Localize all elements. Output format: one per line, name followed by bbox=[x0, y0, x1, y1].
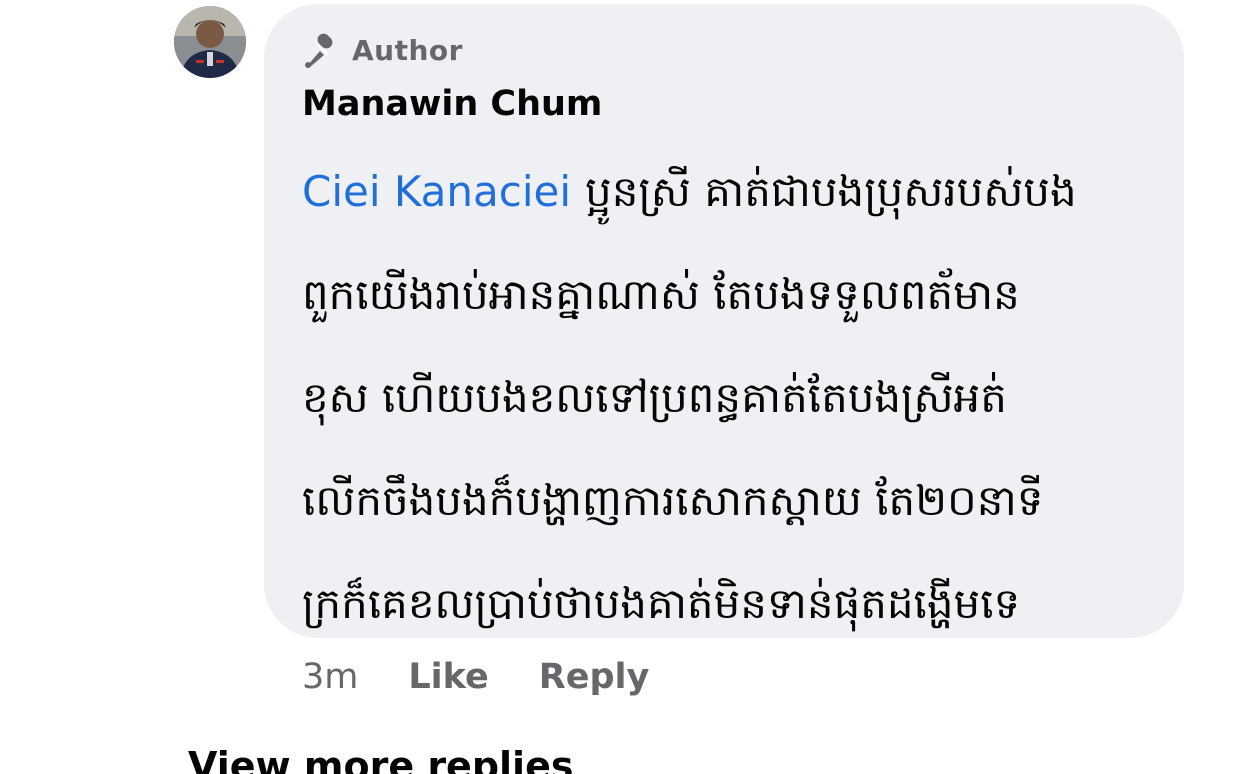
comment-body: Ciei Kanaciei ប្អូនស្រី គាត់ជាបងប្រុសរបស់… bbox=[302, 140, 1158, 655]
mention-link[interactable]: Ciei Kanaciei bbox=[302, 167, 571, 216]
author-badge: Author bbox=[302, 30, 463, 70]
comment-line-text: ប្អូនស្រី គាត់ជាបងប្រុសរបស់បង bbox=[585, 167, 1077, 216]
comment-line: ពួកយើងរាប់អានគ្នាណាស់ តែបងទទួលពត័មាន bbox=[302, 270, 1020, 319]
reply-button[interactable]: Reply bbox=[539, 657, 650, 697]
comment-line: Ciei Kanaciei ប្អូនស្រី គាត់ជាបងប្រុសរបស់… bbox=[302, 140, 1158, 243]
comment-thread: Author Manawin Chum Ciei Kanaciei ប្អូនស្… bbox=[0, 0, 1242, 774]
comment-author-name[interactable]: Manawin Chum bbox=[302, 84, 602, 124]
comment-line: លើកចឹងបងក៏បង្ហាញការសោកស្តាយ តែ២០នាទី bbox=[302, 476, 1044, 525]
comment-line: ក្រក៏គេខលប្រាប់ថាបងគាត់មិនទាន់ផុតដង្ហើមទ… bbox=[302, 579, 1021, 628]
avatar[interactable] bbox=[174, 6, 246, 78]
view-more-replies-link[interactable]: View more replies bbox=[188, 744, 573, 774]
microphone-icon bbox=[302, 31, 340, 69]
comment-timestamp[interactable]: 3m bbox=[302, 657, 358, 697]
avatar-image bbox=[174, 6, 246, 78]
badge-label: Author bbox=[352, 33, 463, 67]
comment-bubble: Author Manawin Chum Ciei Kanaciei ប្អូនស្… bbox=[264, 4, 1184, 638]
comment-actions: 3m Like Reply bbox=[302, 652, 649, 702]
comment-line: ខុស ហើយបងខលទៅប្រពន្ធគាត់តែបងស្រីអត់ bbox=[302, 373, 1007, 422]
like-button[interactable]: Like bbox=[408, 657, 488, 697]
